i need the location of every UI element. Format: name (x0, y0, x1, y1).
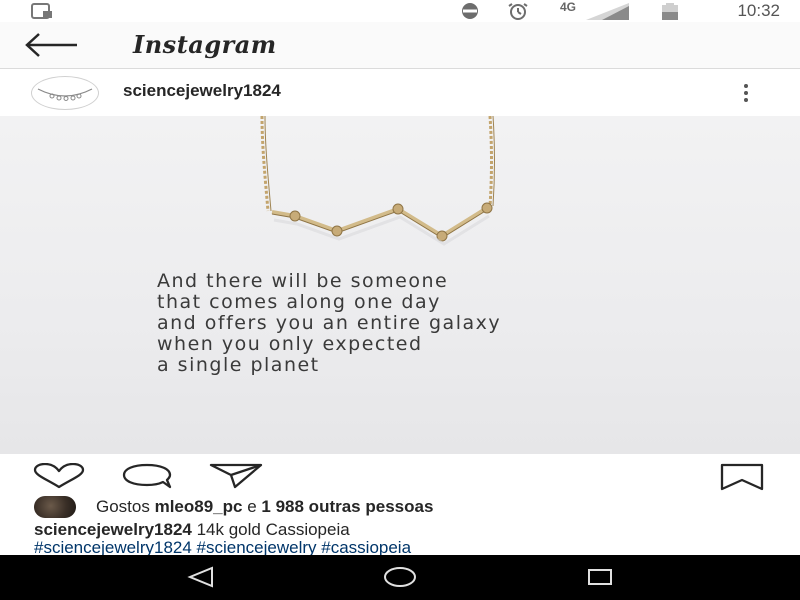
likes-row: Gostos mleo89_pc e 1 988 outras pessoas (0, 494, 800, 520)
likes-prefix: Gostos (96, 497, 150, 516)
alarm-icon (508, 3, 528, 20)
heart-icon[interactable] (32, 463, 86, 489)
clock: 10:32 (737, 1, 780, 20)
signal-icon (586, 3, 629, 20)
profile-avatar[interactable] (31, 76, 99, 110)
quote-line: when you only expected (157, 333, 423, 355)
post-actions (0, 454, 800, 494)
caption-username[interactable]: sciencejewelry1824 (34, 520, 192, 539)
liker-username[interactable]: mleo89_pc (155, 497, 243, 516)
likes-summary[interactable]: Gostos mleo89_pc e 1 988 outras pessoas (96, 497, 433, 517)
necklace-logo-icon (37, 88, 93, 101)
likes-others-count[interactable]: 1 988 outras pessoas (261, 497, 433, 516)
app-title: Instagram (133, 30, 277, 59)
status-bar: 4G 10:32 (0, 0, 800, 22)
post-image[interactable]: And there will be someone that comes alo… (0, 116, 800, 454)
quote-line: And there will be someone (157, 270, 449, 292)
quote-line: that comes along one day (157, 291, 441, 313)
quote-line: and offers you an entire galaxy (157, 312, 502, 334)
home-nav-icon[interactable] (383, 565, 417, 589)
screenshot-icon (31, 3, 52, 19)
comment-icon[interactable] (121, 463, 173, 489)
quote-text: And there will be someone that comes alo… (157, 271, 501, 376)
quote-line: a single planet (157, 354, 320, 376)
likes-connector: e (247, 497, 257, 516)
battery-icon (662, 3, 678, 20)
liker-avatar[interactable] (34, 496, 76, 518)
share-icon[interactable] (209, 463, 263, 489)
network-type: 4G (560, 0, 577, 14)
app-header: Instagram (0, 22, 800, 69)
back-arrow-icon[interactable] (25, 33, 79, 57)
recents-nav-icon[interactable] (586, 565, 614, 589)
do-not-disturb-icon (462, 3, 478, 19)
post-username[interactable]: sciencejewelry1824 (123, 81, 281, 101)
bookmark-icon[interactable] (720, 463, 764, 491)
system-nav-bar (0, 555, 800, 600)
back-nav-icon[interactable] (186, 565, 214, 589)
post-header: sciencejewelry1824 (0, 69, 800, 116)
post-caption: sciencejewelry1824 14k gold Cassiopeia (34, 520, 350, 540)
caption-text: 14k gold Cassiopeia (196, 520, 350, 539)
more-options-icon[interactable] (740, 83, 752, 103)
